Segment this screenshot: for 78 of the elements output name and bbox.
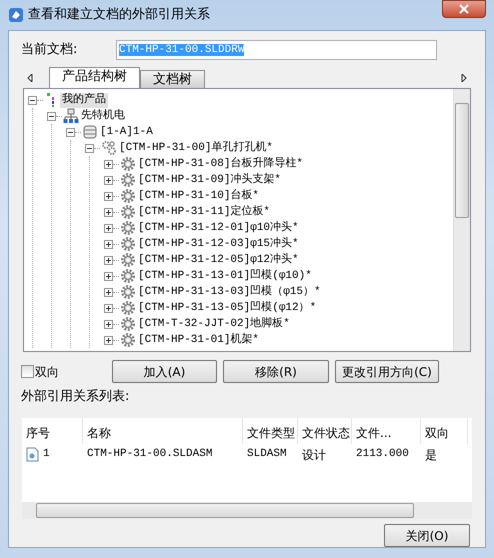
database-icon xyxy=(82,124,98,140)
collapse-icon[interactable] xyxy=(28,96,37,105)
expand-icon[interactable] xyxy=(104,240,113,249)
expand-icon[interactable] xyxy=(104,288,113,297)
column-header[interactable]: 文件... xyxy=(352,418,421,444)
vertical-scrollbar[interactable] xyxy=(453,89,470,352)
gear-icon xyxy=(120,252,136,268)
table-cell-text: 设计 xyxy=(301,446,327,464)
expand-icon[interactable] xyxy=(104,320,113,329)
app-icon xyxy=(8,7,24,23)
network-icon xyxy=(63,108,79,124)
tree-item[interactable]: [CTM-HP-31-09]冲头支架* xyxy=(136,172,284,188)
tab[interactable]: 产品结构树 xyxy=(49,67,140,88)
tree-item[interactable]: [CTM-HP-31-00]单孔打孔机* xyxy=(117,140,276,156)
expand-icon[interactable] xyxy=(104,256,113,265)
close-dialog-button[interactable]: 关闭(O) xyxy=(384,524,470,547)
tree-item[interactable]: [CTM-HP-31-08]台板升降导柱* xyxy=(136,156,306,172)
tab[interactable]: 文档树 xyxy=(140,70,205,88)
column-header[interactable]: 文件类型 xyxy=(243,418,298,444)
column-header[interactable]: 文件状态 xyxy=(298,418,352,444)
table-cell-text: CTM-HP-31-00.SLDASM xyxy=(86,446,214,462)
collapse-icon[interactable] xyxy=(85,144,94,153)
table-cell-text: 2113.000 xyxy=(355,446,410,462)
gear-icon xyxy=(120,156,136,172)
window-title: 查看和建立文档的外部引用关系 xyxy=(28,6,210,24)
table-cell-text: 是 xyxy=(424,446,438,464)
expand-icon[interactable] xyxy=(104,208,113,217)
tree-item[interactable]: [CTM-HP-31-01]机架* xyxy=(136,332,262,348)
gear-icon xyxy=(120,316,136,332)
checkbox[interactable] xyxy=(21,365,34,378)
expand-icon[interactable] xyxy=(104,272,113,281)
column-header[interactable]: 名称 xyxy=(83,418,243,444)
tree-item[interactable]: [CTM-HP-31-12-03]φ15冲头* xyxy=(136,236,301,252)
tree-item[interactable]: [CTM-HP-31-13-01]凹模(φ10)* xyxy=(136,268,314,284)
gear-icon xyxy=(120,204,136,220)
expand-icon[interactable] xyxy=(104,176,113,185)
tree-item[interactable]: [CTM-T-32-JJT-02]地脚板* xyxy=(136,316,292,332)
expand-icon[interactable] xyxy=(104,160,113,169)
scroll-right-icon[interactable] xyxy=(461,74,467,82)
collapse-icon[interactable] xyxy=(66,128,75,137)
tree-item[interactable]: [CTM-HP-31-10]台板* xyxy=(136,188,262,204)
gear-icon xyxy=(120,188,136,204)
tree-item[interactable]: 先特机电 xyxy=(79,108,127,124)
document-icon xyxy=(26,447,39,462)
table-cell-text: SLDASM xyxy=(246,446,288,462)
field-label: 当前文档: xyxy=(21,41,78,60)
gear-icon xyxy=(120,284,136,300)
dialog-button[interactable]: 移除(R) xyxy=(223,360,329,384)
tree-item[interactable]: [1-A]1-A xyxy=(98,124,155,140)
checkbox-label: 双向 xyxy=(35,364,59,381)
tree-item[interactable]: [CTM-HP-31-13-03]凹模（φ15）* xyxy=(136,284,323,300)
expand-icon[interactable] xyxy=(104,192,113,201)
scroll-left-icon[interactable] xyxy=(27,74,33,82)
dialog-button[interactable]: 更改引用方向(C) xyxy=(335,360,439,384)
tree-item[interactable]: [CTM-HP-31-12-05]φ12冲头* xyxy=(136,252,301,268)
gear-icon xyxy=(120,220,136,236)
expand-icon[interactable] xyxy=(104,304,113,313)
gears-icon xyxy=(101,140,117,156)
horizontal-scrollbar[interactable] xyxy=(22,502,472,519)
dialog-button[interactable]: 加入(A) xyxy=(112,360,217,384)
gear-icon xyxy=(120,268,136,284)
section-label: 外部引用关系列表: xyxy=(21,388,130,406)
gear-icon xyxy=(120,332,136,348)
tree-item[interactable]: [CTM-HP-31-13-05]凹模(φ12）* xyxy=(136,300,318,316)
collapse-icon[interactable] xyxy=(47,112,56,121)
expand-icon[interactable] xyxy=(104,336,113,345)
expand-icon[interactable] xyxy=(104,224,113,233)
table-cell-text: 1 xyxy=(43,447,50,462)
gear-icon xyxy=(120,172,136,188)
gear-icon xyxy=(120,236,136,252)
tree-item[interactable]: 我的产品 xyxy=(60,92,108,108)
column-header[interactable]: 序号 xyxy=(22,418,83,444)
tree-item[interactable]: [CTM-HP-31-11]定位板* xyxy=(136,204,272,220)
tree-item[interactable]: [CTM-HP-31-12-01]φ10冲头* xyxy=(136,220,301,236)
close-button[interactable] xyxy=(442,0,486,18)
gear-icon xyxy=(120,300,136,316)
close-icon xyxy=(458,4,470,14)
column-header[interactable]: 双向 xyxy=(421,418,468,444)
